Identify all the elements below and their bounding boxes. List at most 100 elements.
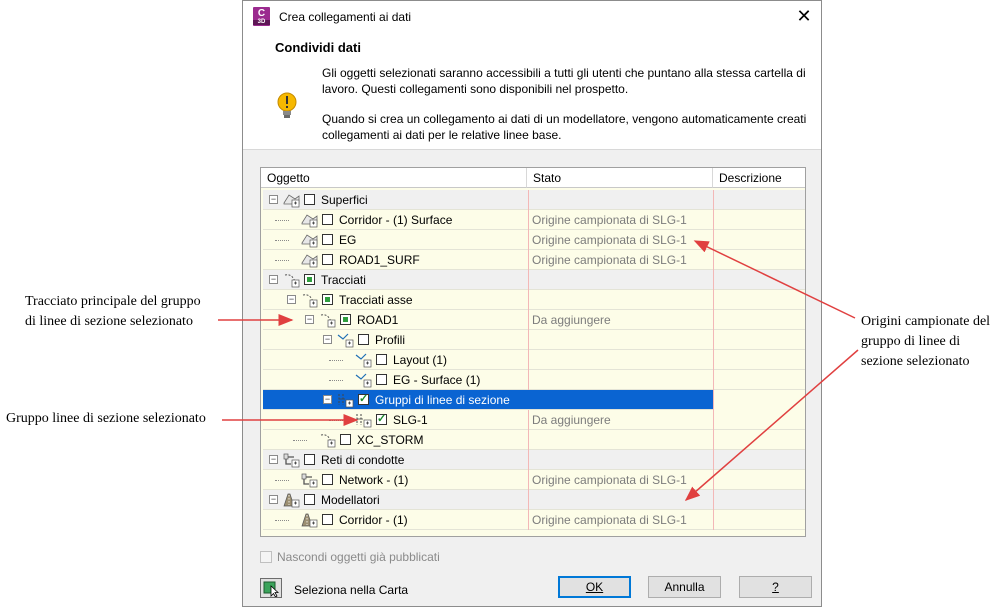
row-checkbox[interactable] xyxy=(304,274,315,285)
row-state: Origine campionata di SLG-1 xyxy=(528,470,713,490)
row-checkbox[interactable] xyxy=(376,412,387,425)
collapse-icon[interactable]: − xyxy=(269,455,278,464)
hide-published-checkbox[interactable] xyxy=(260,551,272,563)
row-label: Tracciati asse xyxy=(339,293,413,307)
close-icon[interactable]: ✕ xyxy=(791,4,817,30)
row-description xyxy=(713,390,805,410)
tree-row[interactable]: Corridor - (1) Origine campionata di SLG-… xyxy=(263,510,805,530)
profile-icon xyxy=(337,332,355,348)
tree-row[interactable]: SLG-1 Da aggiungere xyxy=(263,410,805,430)
row-description xyxy=(713,330,805,350)
row-label: ROAD1_SURF xyxy=(339,253,420,267)
row-checkbox[interactable] xyxy=(358,392,369,405)
tree-row[interactable]: Corridor - (1) Surface Origine campionata… xyxy=(263,210,805,230)
object-tree[interactable]: Oggetto Stato Descrizione − Superfici Corr… xyxy=(260,167,806,537)
collapse-icon[interactable]: − xyxy=(269,275,278,284)
profile-icon xyxy=(355,372,373,388)
collapse-icon[interactable]: − xyxy=(287,295,296,304)
surface-icon xyxy=(283,192,301,208)
row-label: Network - (1) xyxy=(339,473,409,487)
surface-icon xyxy=(301,232,319,248)
title-bar: C 3D Crea collegamenti ai dati ✕ xyxy=(243,1,821,32)
tree-row[interactable]: Network - (1) Origine campionata di SLG-1 xyxy=(263,470,805,490)
column-header-description[interactable]: Descrizione xyxy=(713,168,805,188)
row-label: Corridor - (1) xyxy=(339,513,408,527)
row-description xyxy=(713,470,805,490)
row-state: Origine campionata di SLG-1 xyxy=(528,250,713,270)
tree-connector xyxy=(329,360,343,361)
row-checkbox[interactable] xyxy=(322,214,333,225)
tree-row[interactable]: XC_STORM xyxy=(263,430,805,450)
surface-icon xyxy=(301,212,319,228)
row-state: Origine campionata di SLG-1 xyxy=(528,210,713,230)
row-checkbox[interactable] xyxy=(358,334,369,345)
tree-row[interactable]: − Superfici xyxy=(263,190,805,210)
cancel-button[interactable]: Annulla xyxy=(648,576,721,598)
row-label: SLG-1 xyxy=(393,413,428,427)
help-button[interactable]: ? xyxy=(739,576,812,598)
row-label: Corridor - (1) Surface xyxy=(339,213,453,227)
ok-button[interactable]: OK xyxy=(558,576,631,598)
row-checkbox[interactable] xyxy=(322,474,333,485)
row-description xyxy=(713,370,805,390)
callout-main-alignment: Tracciato principale del gruppo di linee… xyxy=(25,294,201,329)
profile-icon xyxy=(355,352,373,368)
row-checkbox[interactable] xyxy=(340,314,351,325)
row-description xyxy=(713,270,805,290)
alignment-icon xyxy=(319,432,337,448)
row-checkbox[interactable] xyxy=(322,294,333,305)
row-state: Origine campionata di SLG-1 xyxy=(528,510,713,530)
row-description xyxy=(713,230,805,250)
row-checkbox[interactable] xyxy=(322,514,333,525)
row-state: Da aggiungere xyxy=(528,310,713,330)
alignment-icon xyxy=(301,292,319,308)
tree-row[interactable]: − Profili xyxy=(263,330,805,350)
sample-line-group-icon xyxy=(355,412,373,428)
tree-row[interactable]: − ROAD1 Da aggiungere xyxy=(263,310,805,330)
tree-row[interactable]: − Tracciati xyxy=(263,270,805,290)
window-title: Crea collegamenti ai dati xyxy=(279,10,412,24)
row-description xyxy=(713,410,805,430)
callout-sampled-sources: Origini campionate del gruppo di linee d… xyxy=(861,314,991,369)
tree-row[interactable]: − Gruppi di linee di sezione xyxy=(263,390,805,410)
select-in-map-button[interactable] xyxy=(260,578,282,598)
row-state xyxy=(528,430,713,450)
row-checkbox[interactable] xyxy=(376,354,387,365)
row-description xyxy=(713,250,805,270)
collapse-icon[interactable]: − xyxy=(269,195,278,204)
tree-row[interactable]: EG Origine campionata di SLG-1 xyxy=(263,230,805,250)
tree-row[interactable]: − Reti di condotte xyxy=(263,450,805,470)
row-checkbox[interactable] xyxy=(304,454,315,465)
row-state xyxy=(528,390,713,410)
select-in-map-label: Seleziona nella Carta xyxy=(294,583,409,597)
tree-row[interactable]: − Modellatori xyxy=(263,490,805,510)
tree-row[interactable]: EG - Surface (1) xyxy=(263,370,805,390)
row-checkbox[interactable] xyxy=(304,194,315,205)
row-label: Tracciati xyxy=(321,273,366,287)
collapse-icon[interactable]: − xyxy=(323,335,332,344)
row-state xyxy=(528,350,713,370)
row-checkbox[interactable] xyxy=(322,254,333,265)
tree-connector xyxy=(275,260,289,261)
info-text: Gli oggetti selezionati saranno accessib… xyxy=(322,65,812,157)
tree-row[interactable]: − Tracciati asse xyxy=(263,290,805,310)
collapse-icon[interactable]: − xyxy=(305,315,314,324)
row-label: Gruppi di linee di sezione xyxy=(375,393,510,407)
row-description xyxy=(713,290,805,310)
sample-line-group-icon xyxy=(337,392,355,408)
row-checkbox[interactable] xyxy=(376,374,387,385)
surface-icon xyxy=(301,252,319,268)
row-checkbox[interactable] xyxy=(322,234,333,245)
row-label: ROAD1 xyxy=(357,313,399,327)
row-label: Layout (1) xyxy=(393,353,448,367)
row-checkbox[interactable] xyxy=(340,434,351,445)
collapse-icon[interactable]: − xyxy=(269,495,278,504)
row-checkbox[interactable] xyxy=(304,494,315,505)
column-header-object[interactable]: Oggetto xyxy=(261,168,527,188)
tree-row[interactable]: Layout (1) xyxy=(263,350,805,370)
row-label: Reti di condotte xyxy=(321,453,405,467)
collapse-icon[interactable]: − xyxy=(323,395,332,404)
tree-row[interactable]: ROAD1_SURF Origine campionata di SLG-1 xyxy=(263,250,805,270)
column-header-state[interactable]: Stato xyxy=(527,168,713,188)
pipe-network-icon xyxy=(301,472,319,488)
